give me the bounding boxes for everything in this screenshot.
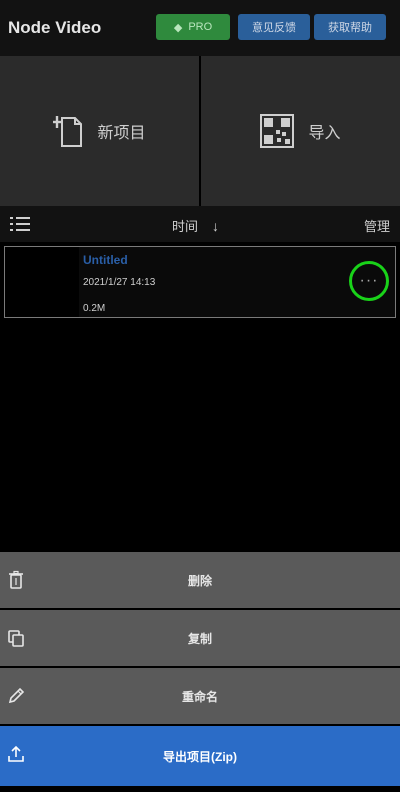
import-label: 导入 xyxy=(308,125,341,142)
new-project-button[interactable]: 新项目 xyxy=(0,56,199,206)
sort-bar: 时间 ↓ 管理 xyxy=(0,206,400,242)
action-panel: 新项目 导入 xyxy=(0,56,400,206)
rename-label: 重命名 xyxy=(181,689,218,704)
sort-label: 时间 xyxy=(172,219,199,234)
project-card[interactable]: Untitled 2021/1/27 14:13 0.2M ··· xyxy=(4,246,396,318)
new-project-label: 新项目 xyxy=(97,125,146,142)
pencil-icon xyxy=(6,686,26,706)
copy-icon xyxy=(6,628,26,648)
delete-button[interactable]: 删除 xyxy=(0,552,400,608)
trash-icon xyxy=(6,570,26,590)
list-view-icon[interactable] xyxy=(10,216,30,237)
action-sheet: 删除 复制 重命名 导出项目(Zip) xyxy=(0,552,400,786)
project-size: 0.2M xyxy=(83,303,106,314)
feedback-button[interactable]: 意见反馈 xyxy=(238,14,310,40)
copy-label: 复制 xyxy=(187,631,212,646)
diamond-icon: ◆ xyxy=(173,21,183,34)
new-project-icon xyxy=(53,114,83,148)
export-label: 导出项目(Zip) xyxy=(163,749,237,764)
qr-code-icon xyxy=(260,114,295,148)
manage-button[interactable]: 管理 xyxy=(364,216,390,235)
project-date: 2021/1/27 14:13 xyxy=(83,277,156,288)
import-button[interactable]: 导入 xyxy=(201,56,400,206)
delete-label: 删除 xyxy=(187,573,212,588)
copy-button[interactable]: 复制 xyxy=(0,610,400,666)
arrow-down-icon: ↓ xyxy=(212,217,220,234)
pro-button[interactable]: ◆ PRO xyxy=(156,14,230,40)
more-options-button[interactable]: ··· xyxy=(349,261,389,301)
rename-button[interactable]: 重命名 xyxy=(0,668,400,724)
upload-icon xyxy=(6,744,26,764)
help-button[interactable]: 获取帮助 xyxy=(314,14,386,40)
top-bar: Node Video ◆ PRO 意见反馈 获取帮助 xyxy=(0,0,400,56)
project-name: Untitled xyxy=(83,253,128,267)
app-title: Node Video xyxy=(8,18,102,37)
project-thumbnail xyxy=(5,247,79,317)
pro-label: PRO xyxy=(188,21,213,33)
sort-by-time[interactable]: 时间 ↓ xyxy=(172,216,219,235)
more-dots-icon: ··· xyxy=(359,272,379,289)
export-button[interactable]: 导出项目(Zip) xyxy=(0,726,400,786)
